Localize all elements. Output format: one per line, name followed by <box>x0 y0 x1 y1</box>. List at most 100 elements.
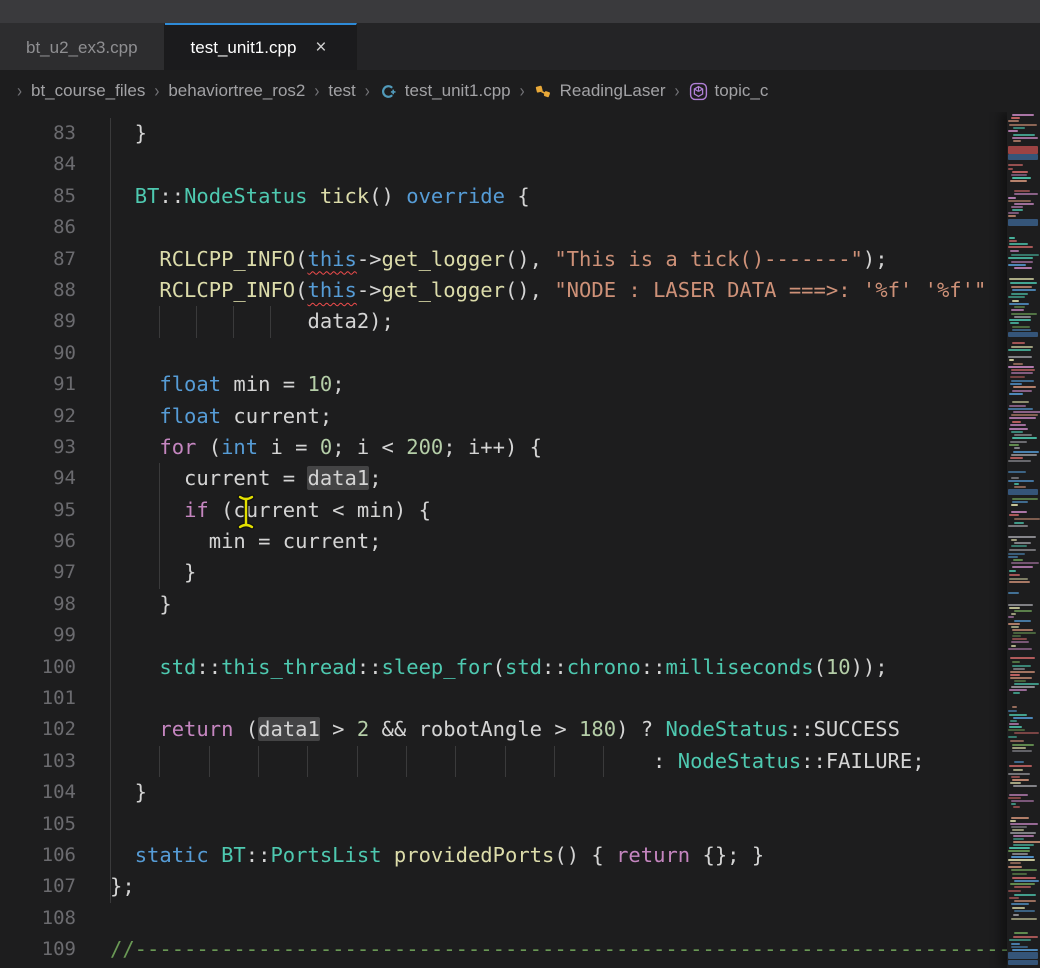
code-line[interactable]: 95 if (current < min) { <box>0 495 1040 526</box>
code-line[interactable]: 105 <box>0 809 1040 840</box>
code-line[interactable]: 109//-----------------------------------… <box>0 934 1040 965</box>
line-number[interactable]: 101 <box>0 683 76 714</box>
code-line[interactable]: 93 for (int i = 0; i < 200; i++) { <box>0 432 1040 463</box>
code-text: std::this_thread::sleep_for(std::chrono:… <box>76 652 888 683</box>
code-text: RCLCPP_INFO(this->get_logger(), "NODE : … <box>76 275 986 306</box>
close-icon[interactable]: × <box>312 37 329 58</box>
line-number[interactable]: 97 <box>0 557 76 588</box>
code-line[interactable]: 86 <box>0 212 1040 243</box>
line-number[interactable]: 88 <box>0 275 76 306</box>
chevron-right-icon: › <box>154 80 159 101</box>
line-number[interactable]: 108 <box>0 903 76 934</box>
code-line[interactable]: 104 } <box>0 777 1040 808</box>
line-number[interactable]: 90 <box>0 338 76 369</box>
line-number[interactable]: 83 <box>0 118 76 149</box>
code-editor[interactable]: 83 }8485 BT::NodeStatus tick() override … <box>0 112 1040 968</box>
tab-label: test_unit1.cpp <box>191 38 297 58</box>
line-number[interactable]: 87 <box>0 244 76 275</box>
line-number[interactable]: 96 <box>0 526 76 557</box>
line-number[interactable]: 92 <box>0 401 76 432</box>
code-text <box>76 149 110 180</box>
code-lines: 83 }8485 BT::NodeStatus tick() override … <box>0 112 1040 966</box>
minimap[interactable] <box>1007 112 1040 968</box>
line-number[interactable]: 107 <box>0 871 76 902</box>
code-line[interactable]: 103 : NodeStatus::FAILURE; <box>0 746 1040 777</box>
line-number[interactable]: 94 <box>0 463 76 494</box>
symbol-method-icon <box>689 82 708 101</box>
line-number[interactable]: 106 <box>0 840 76 871</box>
code-text <box>76 212 110 243</box>
code-text <box>76 903 110 934</box>
breadcrumb-item-behaviortree-ros2[interactable]: behaviortree_ros2 <box>168 81 305 101</box>
code-line[interactable]: 107}; <box>0 871 1040 902</box>
code-text: } <box>76 118 147 149</box>
code-line[interactable]: 100 std::this_thread::sleep_for(std::chr… <box>0 652 1040 683</box>
code-line[interactable]: 89 data2); <box>0 306 1040 337</box>
line-number[interactable]: 86 <box>0 212 76 243</box>
code-line[interactable]: 102 return (data1 > 2 && robotAngle > 18… <box>0 714 1040 745</box>
line-number[interactable]: 85 <box>0 181 76 212</box>
code-text: data2); <box>76 306 394 337</box>
code-line[interactable]: 88 RCLCPP_INFO(this->get_logger(), "NODE… <box>0 275 1040 306</box>
code-text <box>76 809 110 840</box>
code-text: } <box>76 777 147 808</box>
code-line[interactable]: 101 <box>0 683 1040 714</box>
code-text: } <box>76 589 172 620</box>
tab-label: bt_u2_ex3.cpp <box>26 38 138 58</box>
chevron-right-icon: › <box>675 80 680 101</box>
code-text: float min = 10; <box>76 369 345 400</box>
code-line[interactable]: 84 <box>0 149 1040 180</box>
code-line[interactable]: 94 current = data1; <box>0 463 1040 494</box>
line-number[interactable]: 102 <box>0 714 76 745</box>
line-number[interactable]: 89 <box>0 306 76 337</box>
line-number[interactable]: 105 <box>0 809 76 840</box>
code-line[interactable]: 92 float current; <box>0 401 1040 432</box>
code-line[interactable]: 90 <box>0 338 1040 369</box>
line-number[interactable]: 109 <box>0 934 76 965</box>
line-number[interactable]: 99 <box>0 620 76 651</box>
breadcrumb-item-test[interactable]: test <box>328 81 355 101</box>
line-number[interactable]: 104 <box>0 777 76 808</box>
line-number[interactable]: 95 <box>0 495 76 526</box>
breadcrumb-item-bt-course-files[interactable]: bt_course_files <box>31 81 145 101</box>
code-text: RCLCPP_INFO(this->get_logger(), "This is… <box>76 244 888 275</box>
window-title-strip <box>0 0 1040 23</box>
tab-test-unit1[interactable]: test_unit1.cpp × <box>165 23 357 70</box>
code-text: for (int i = 0; i < 200; i++) { <box>76 432 542 463</box>
chevron-right-icon: › <box>365 80 370 101</box>
code-text: return (data1 > 2 && robotAngle > 180) ?… <box>76 714 900 745</box>
chevron-right-icon: › <box>520 80 525 101</box>
breadcrumb-item-test-unit1[interactable]: test_unit1.cpp <box>379 81 511 101</box>
code-line[interactable]: 97 } <box>0 557 1040 588</box>
code-line[interactable]: 91 float min = 10; <box>0 369 1040 400</box>
code-text: } <box>76 557 196 588</box>
breadcrumb-item-topic[interactable]: topic_c <box>689 81 769 101</box>
code-line[interactable]: 96 min = current; <box>0 526 1040 557</box>
code-line[interactable]: 106 static BT::PortsList providedPorts()… <box>0 840 1040 871</box>
line-number[interactable]: 91 <box>0 369 76 400</box>
code-line[interactable]: 108 <box>0 903 1040 934</box>
breadcrumb-item-readinglaser[interactable]: ReadingLaser <box>534 81 666 101</box>
chevron-right-icon: › <box>314 80 319 101</box>
code-text: }; <box>76 871 135 902</box>
code-text: current = data1; <box>76 463 382 494</box>
code-text: if (current < min) { <box>76 495 431 526</box>
code-text <box>76 620 110 651</box>
code-line[interactable]: 99 <box>0 620 1040 651</box>
line-number[interactable]: 98 <box>0 589 76 620</box>
cpp-file-icon <box>379 82 398 101</box>
line-number[interactable]: 100 <box>0 652 76 683</box>
tab-bt-u2-ex3[interactable]: bt_u2_ex3.cpp <box>0 23 165 70</box>
code-line[interactable]: 83 } <box>0 118 1040 149</box>
line-number[interactable]: 93 <box>0 432 76 463</box>
code-text: min = current; <box>76 526 382 557</box>
line-number[interactable]: 103 <box>0 746 76 777</box>
code-line[interactable]: 85 BT::NodeStatus tick() override { <box>0 181 1040 212</box>
code-line[interactable]: 98 } <box>0 589 1040 620</box>
code-line[interactable]: 87 RCLCPP_INFO(this->get_logger(), "This… <box>0 244 1040 275</box>
code-text: : NodeStatus::FAILURE; <box>76 746 925 777</box>
code-text <box>76 683 110 714</box>
breadcrumb: › bt_course_files › behaviortree_ros2 › … <box>0 70 1040 112</box>
code-text: //--------------------------------------… <box>76 934 1040 965</box>
line-number[interactable]: 84 <box>0 149 76 180</box>
